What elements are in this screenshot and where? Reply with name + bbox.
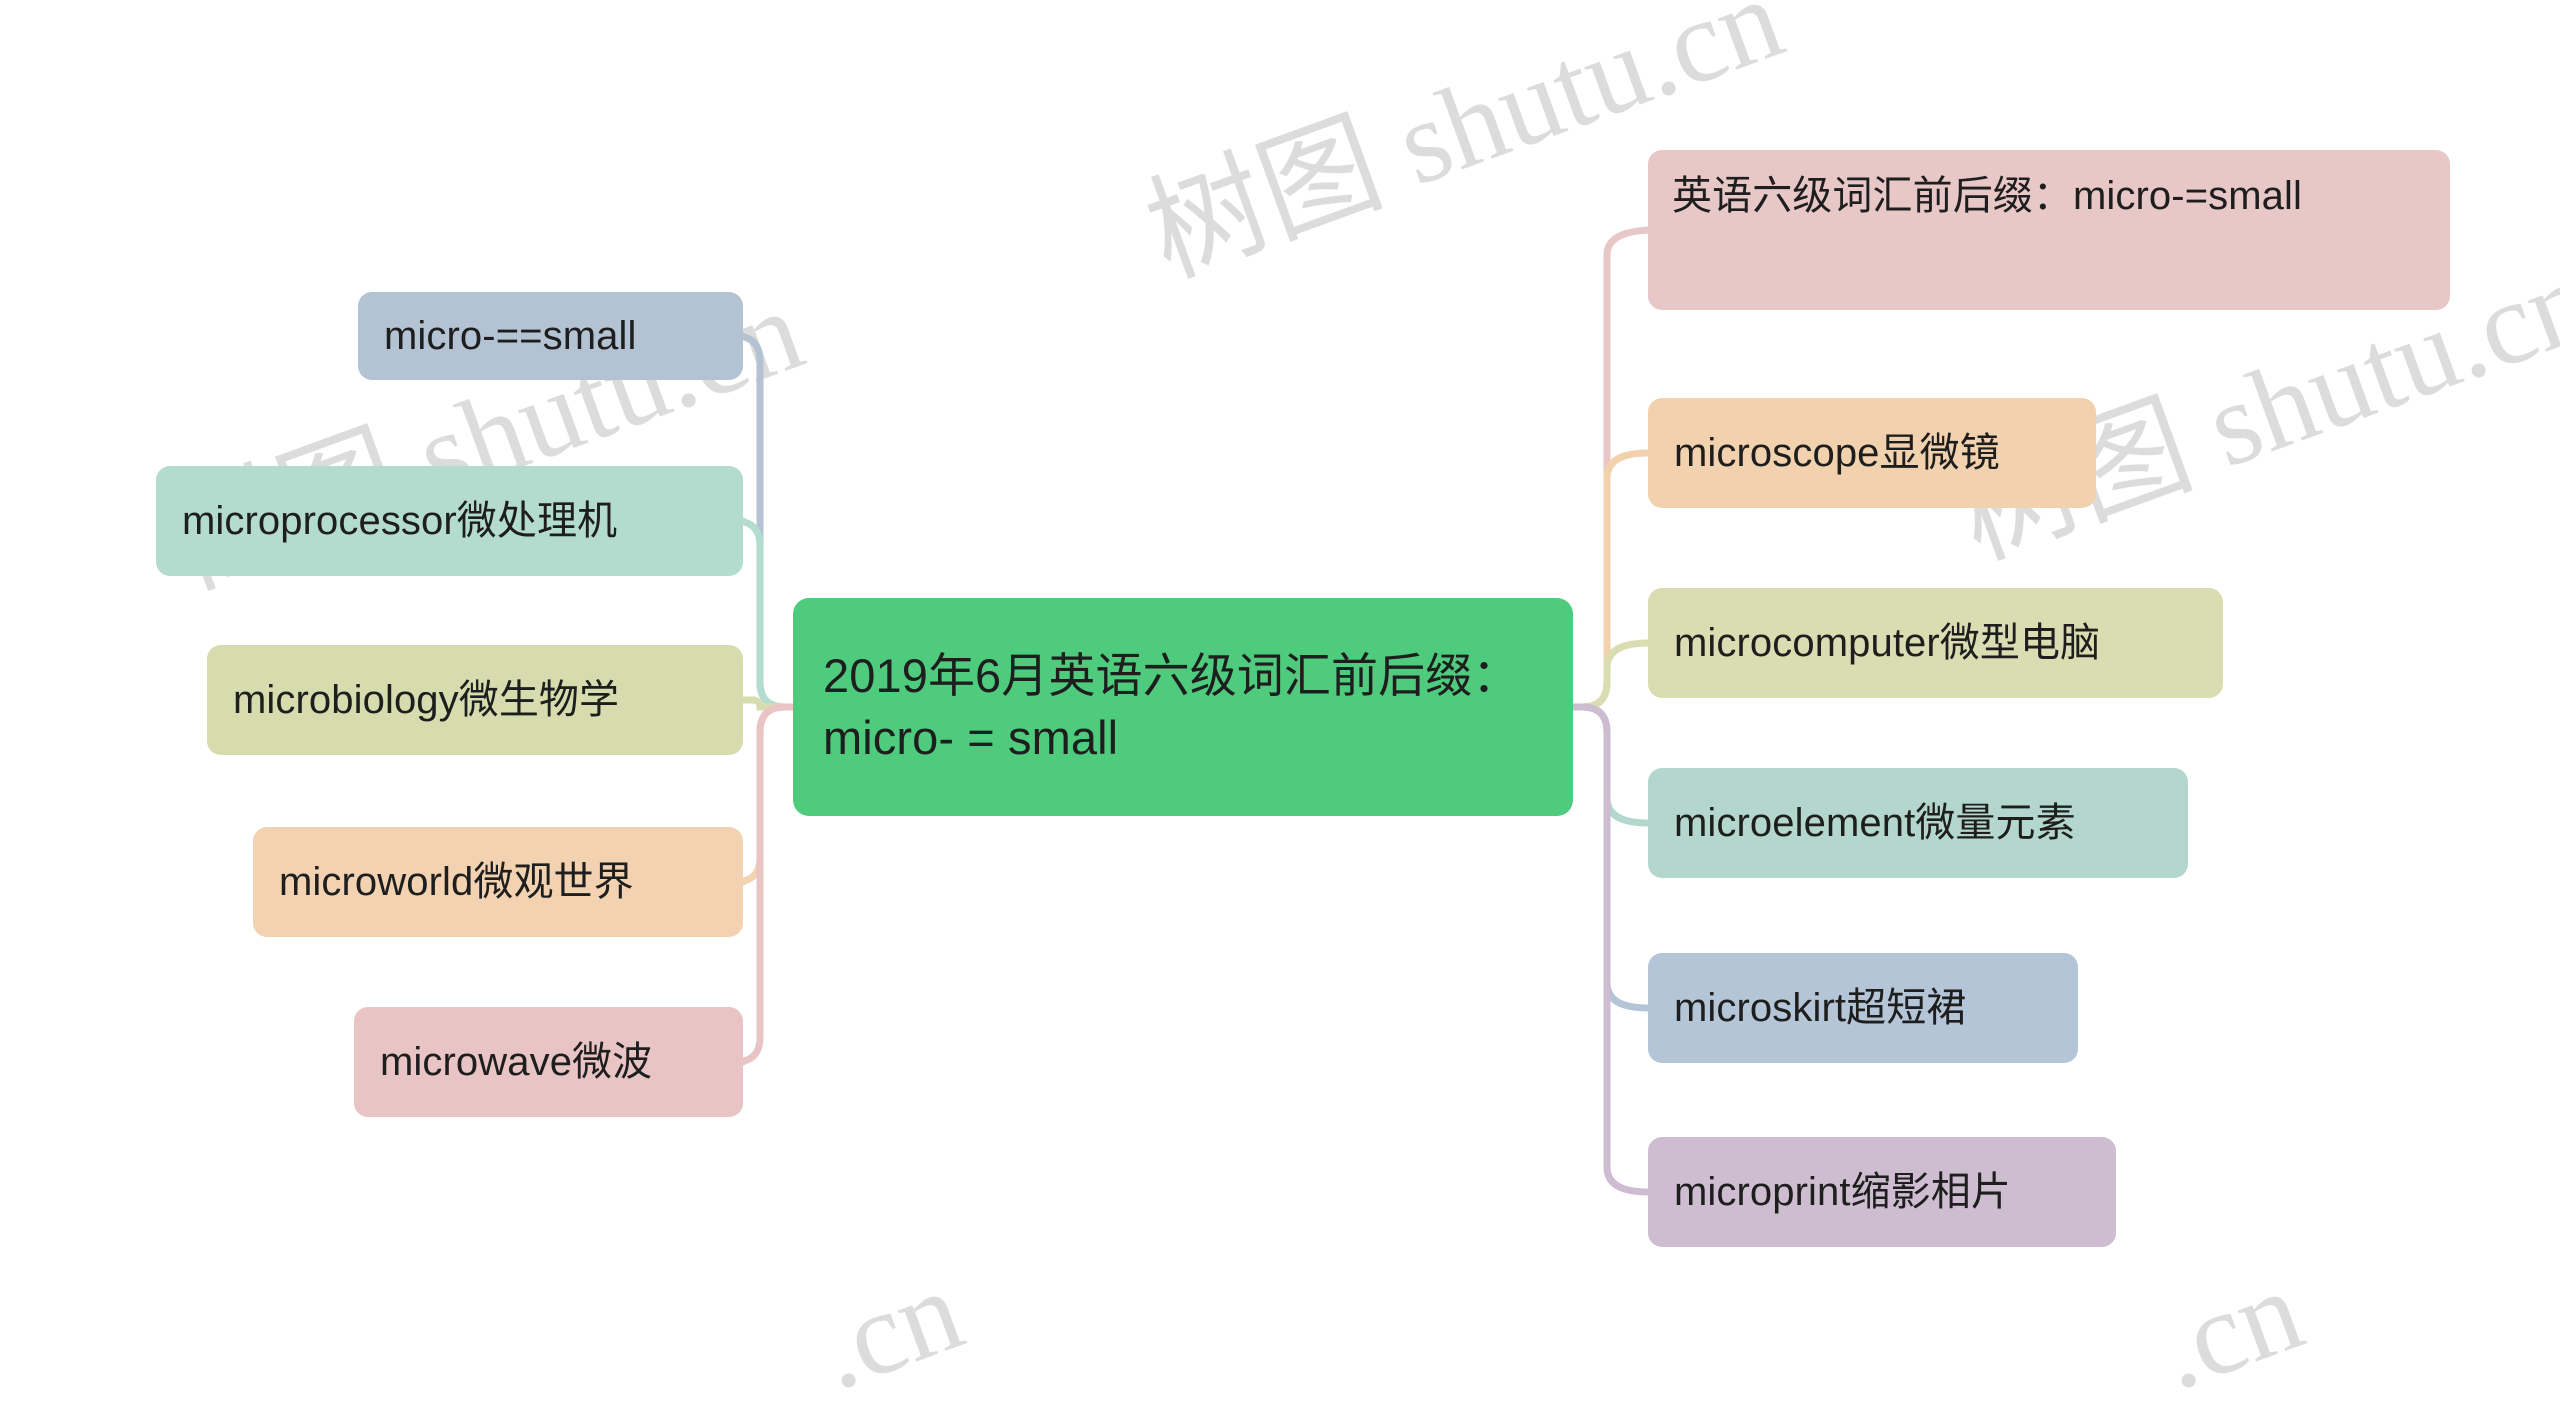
right-branch-label-2: microscope显微镜	[1674, 430, 2000, 475]
mindmap-canvas: 树图 shutu.cn 树图 shutu.cn 树图 shutu.cn .cn …	[0, 0, 2560, 1402]
edge-right-5	[1569, 703, 1652, 1012]
left-branch-node-3[interactable]: microbiology微生物学	[207, 645, 743, 755]
right-branch-node-2[interactable]: microscope显微镜	[1648, 398, 2096, 508]
left-branch-node-5[interactable]: microwave微波	[354, 1007, 743, 1117]
right-branch-node-5[interactable]: microskirt超短裙	[1648, 953, 2078, 1063]
edge-right-3	[1569, 639, 1652, 711]
edge-right-1	[1569, 226, 1657, 711]
edge-left-1	[734, 332, 797, 711]
right-branch-label-6: microprint缩影相片	[1674, 1169, 2011, 1214]
edge-right-2	[1569, 449, 1652, 711]
right-branch-label-3: microcomputer微型电脑	[1674, 620, 2101, 665]
watermark-text: .cn	[2140, 1243, 2318, 1402]
left-branch-label-4: microworld微观世界	[279, 859, 634, 904]
watermark-text: .cn	[800, 1243, 978, 1402]
left-branch-label-1: micro-==small	[384, 313, 637, 358]
edge-left-2	[734, 517, 797, 711]
right-branch-node-4[interactable]: microelement微量元素	[1648, 768, 2188, 878]
root-node[interactable]: 2019年6月英语六级词汇前后缀：micro- = small	[793, 598, 1573, 816]
right-branch-node-3[interactable]: microcomputer微型电脑	[1648, 588, 2223, 698]
edge-left-5	[734, 703, 797, 1066]
left-branch-node-2[interactable]: microprocessor微处理机	[156, 466, 743, 576]
right-branch-label-5: microskirt超短裙	[1674, 985, 1967, 1030]
edge-right-4	[1569, 703, 1652, 827]
left-branch-node-1[interactable]: micro-==small	[358, 292, 743, 380]
left-branch-label-2: microprocessor微处理机	[182, 498, 618, 543]
edge-left-4	[734, 703, 797, 886]
edge-right-6	[1569, 703, 1652, 1196]
edge-left-3	[739, 696, 797, 711]
left-branch-label-5: microwave微波	[380, 1039, 653, 1084]
right-branch-node-6[interactable]: microprint缩影相片	[1648, 1137, 2116, 1247]
left-branch-label-3: microbiology微生物学	[233, 677, 620, 722]
right-branch-label-1: 英语六级词汇前后缀：micro-=small	[1672, 174, 2302, 218]
right-branch-node-1[interactable]: 英语六级词汇前后缀：micro-=small	[1648, 150, 2450, 310]
root-node-label: 2019年6月英语六级词汇前后缀：micro- = small	[823, 648, 1520, 764]
right-branch-label-4: microelement微量元素	[1674, 800, 2076, 845]
left-branch-node-4[interactable]: microworld微观世界	[253, 827, 743, 937]
